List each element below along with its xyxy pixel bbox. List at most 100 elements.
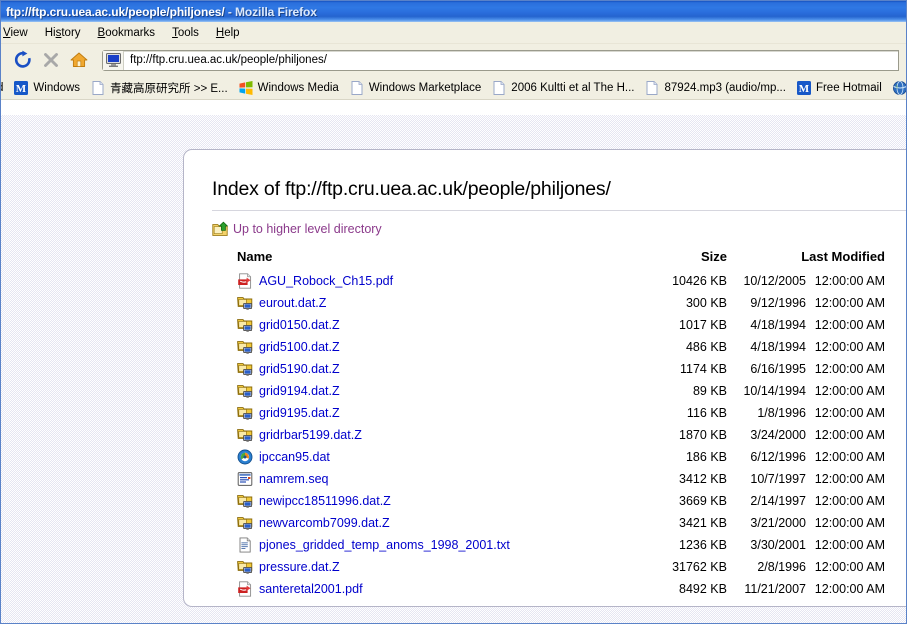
file-name-cell: eurout.dat.Z (237, 292, 632, 314)
file-name-cell: grid9194.dat.Z (237, 380, 632, 402)
stop-button[interactable] (37, 47, 65, 73)
file-modified-time: 12:00:00 AM (806, 336, 885, 358)
bookmark-item-windows[interactable]: M Windows (9, 78, 86, 98)
file-modified-time: 12:00:00 AM (806, 468, 885, 490)
menu-history[interactable]: History (37, 25, 90, 41)
content-viewport: Index of ftp://ftp.cru.uea.ac.uk/people/… (1, 115, 906, 623)
column-header-last-modified[interactable]: Last Modified (727, 249, 885, 270)
menu-tools[interactable]: Tools (164, 25, 208, 41)
file-entry: newvarcomb7099.dat.Z (237, 514, 632, 533)
menu-help[interactable]: Help (208, 25, 249, 41)
file-name-cell: grid5100.dat.Z (237, 336, 632, 358)
page-icon (90, 80, 106, 96)
file-link[interactable]: grid5100.dat.Z (259, 338, 340, 357)
pdf-icon (237, 581, 253, 597)
file-link[interactable]: grid5190.dat.Z (259, 360, 340, 379)
file-modified-date: 4/18/1994 (727, 314, 806, 336)
file-modified-time: 12:00:00 AM (806, 446, 885, 468)
file-size: 486 KB (632, 336, 727, 358)
file-size: 8492 KB (632, 578, 727, 600)
menu-bar: View History Bookmarks Tools Help (1, 22, 906, 44)
file-modified-date: 6/16/1995 (727, 358, 806, 380)
windows-media-icon: M (13, 80, 29, 96)
file-modified-date: 10/12/2005 (727, 270, 806, 292)
bookmark-item-free-hotmail[interactable]: M Free Hotmail (792, 78, 888, 98)
file-link[interactable]: grid0150.dat.Z (259, 316, 340, 335)
file-modified-date: 10/7/1997 (727, 468, 806, 490)
page-icon (349, 80, 365, 96)
network-icon (237, 295, 253, 311)
file-modified-time: 12:00:00 AM (806, 380, 885, 402)
window-icon (237, 471, 253, 487)
file-name-cell: grid9195.dat.Z (237, 402, 632, 424)
bookmark-item-windows-media[interactable]: Windows Media (234, 78, 345, 98)
url-bar[interactable]: ftp://ftp.cru.uea.ac.uk/people/philjones… (102, 50, 899, 71)
file-modified-time: 12:00:00 AM (806, 578, 885, 600)
bookmark-item-pcmdi[interactable]: PCMDI > W (888, 78, 906, 98)
file-size: 89 KB (632, 380, 727, 402)
file-link[interactable]: namrem.seq (259, 470, 328, 489)
file-link[interactable]: gridrbar5199.dat.Z (259, 426, 362, 445)
bookmark-item-windows-marketplace[interactable]: Windows Marketplace (345, 78, 487, 98)
page-title: Index of ftp://ftp.cru.uea.ac.uk/people/… (212, 178, 906, 207)
bookmark-item-clipped[interactable]: d (1, 80, 9, 96)
network-icon (237, 405, 253, 421)
file-link[interactable]: grid9195.dat.Z (259, 404, 340, 423)
file-modified-date: 2/14/1997 (727, 490, 806, 512)
table-row: grid5190.dat.Z1174 KB6/16/199512:00:00 A… (237, 358, 885, 380)
bookmark-item-mp3[interactable]: 87924.mp3 (audio/mp... (640, 78, 791, 98)
column-header-size[interactable]: Size (632, 249, 727, 270)
menu-view[interactable]: View (0, 25, 37, 41)
column-header-name[interactable]: Name (237, 249, 632, 270)
pdf-icon (237, 273, 253, 289)
file-link[interactable]: eurout.dat.Z (259, 294, 326, 313)
svg-text:M: M (799, 83, 810, 95)
file-modified-time: 12:00:00 AM (806, 424, 885, 446)
file-entry: gridrbar5199.dat.Z (237, 426, 632, 445)
page-icon (491, 80, 507, 96)
bookmark-label: 2006 Kultti et al The H... (511, 82, 634, 94)
bookmark-item-kultti[interactable]: 2006 Kultti et al The H... (487, 78, 640, 98)
file-entry: grid9195.dat.Z (237, 404, 632, 423)
table-row: grid9195.dat.Z116 KB1/8/199612:00:00 AM (237, 402, 885, 424)
bookmark-label: Windows (33, 82, 80, 94)
table-row: gridrbar5199.dat.Z1870 KB3/24/200012:00:… (237, 424, 885, 446)
file-modified-time: 12:00:00 AM (806, 314, 885, 336)
url-text[interactable]: ftp://ftp.cru.uea.ac.uk/people/philjones… (124, 54, 327, 66)
up-to-parent-directory-link[interactable]: Up to higher level directory (212, 221, 906, 237)
file-table: Name Size Last Modified AGU_Robock_Ch15.… (237, 249, 885, 600)
file-link[interactable]: pjones_gridded_temp_anoms_1998_2001.txt (259, 536, 510, 555)
file-link[interactable]: newipcc18511996.dat.Z (259, 492, 391, 511)
home-button[interactable] (65, 47, 93, 73)
window-titlebar: ftp://ftp.cru.uea.ac.uk/people/philjones… (1, 1, 906, 22)
file-link[interactable]: ipccan95.dat (259, 448, 330, 467)
table-row: newvarcomb7099.dat.Z3421 KB3/21/200012:0… (237, 512, 885, 534)
menu-bookmarks[interactable]: Bookmarks (90, 25, 165, 41)
network-icon (237, 383, 253, 399)
file-modified-time: 12:00:00 AM (806, 490, 885, 512)
close-icon (41, 50, 61, 70)
bookmark-label: d (1, 82, 3, 94)
reload-button[interactable] (9, 47, 37, 73)
bookmark-item-cn-institute[interactable]: 青藏高原研究所 >> E... (86, 78, 234, 98)
monitor-icon (106, 53, 121, 67)
table-row: pressure.dat.Z31762 KB2/8/199612:00:00 A… (237, 556, 885, 578)
file-modified-time: 12:00:00 AM (806, 556, 885, 578)
table-row: grid9194.dat.Z89 KB10/14/199412:00:00 AM (237, 380, 885, 402)
file-link[interactable]: pressure.dat.Z (259, 558, 340, 577)
up-link-label: Up to higher level directory (233, 222, 382, 236)
file-link[interactable]: santeretal2001.pdf (259, 580, 363, 599)
file-link[interactable]: grid9194.dat.Z (259, 382, 340, 401)
file-modified-time: 12:00:00 AM (806, 270, 885, 292)
network-icon (237, 559, 253, 575)
file-link[interactable]: AGU_Robock_Ch15.pdf (259, 272, 393, 291)
network-icon (237, 515, 253, 531)
folder-up-icon (212, 221, 228, 237)
table-header-row: Name Size Last Modified (237, 249, 885, 270)
file-modified-date: 2/8/1996 (727, 556, 806, 578)
bookmark-label: Free Hotmail (816, 82, 882, 94)
windows-logo-icon (238, 80, 254, 96)
file-name-cell: ipccan95.dat (237, 446, 632, 468)
file-link[interactable]: newvarcomb7099.dat.Z (259, 514, 390, 533)
file-entry: grid0150.dat.Z (237, 316, 632, 335)
